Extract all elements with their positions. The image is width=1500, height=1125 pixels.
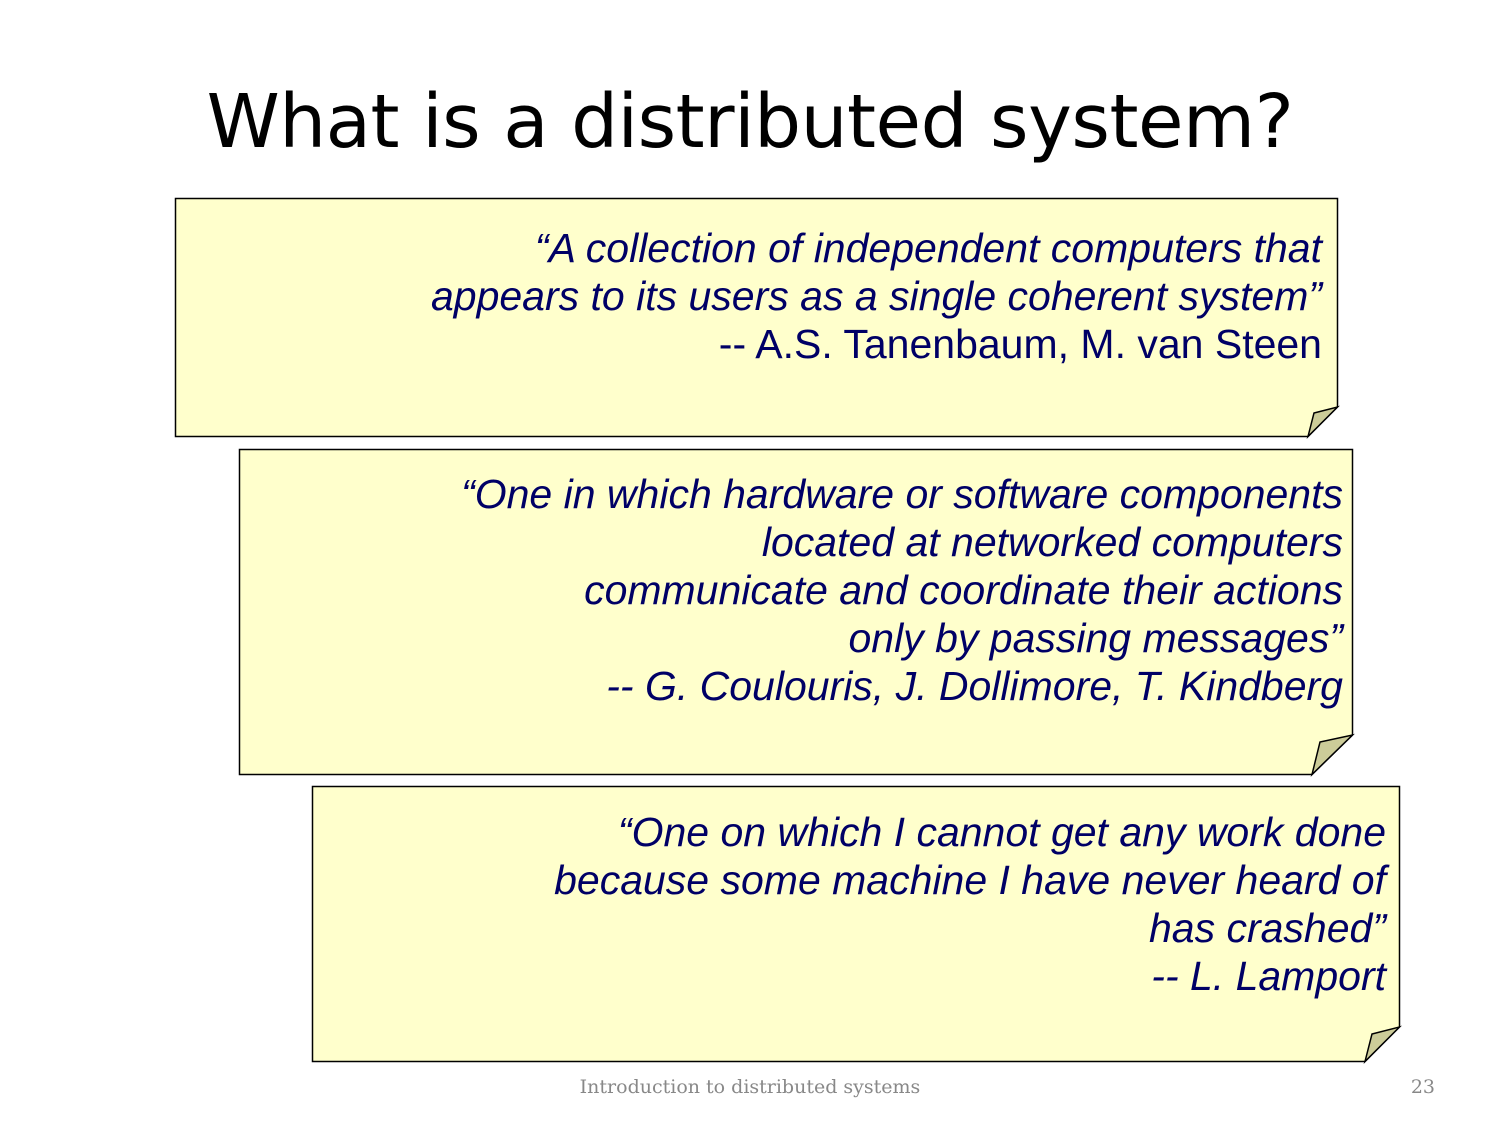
quote-note-coulouris: “One in which hardware or software compo… xyxy=(238,448,1355,777)
quote-attribution: -- G. Coulouris, J. Dollimore, T. Kindbe… xyxy=(606,663,1343,709)
quote-line: “One on which I cannot get any work done xyxy=(617,809,1386,855)
quote-text: “One on which I cannot get any work done… xyxy=(554,808,1386,1000)
quote-note-lamport: “One on which I cannot get any work done… xyxy=(311,785,1402,1064)
quote-line: because some machine I have never heard … xyxy=(554,857,1386,903)
quote-text: “A collection of independent computers t… xyxy=(431,224,1322,368)
quote-attribution: -- A.S. Tanenbaum, M. van Steen xyxy=(718,321,1322,367)
quote-attribution: -- L. Lamport xyxy=(1151,953,1386,999)
quote-text: “One in which hardware or software compo… xyxy=(461,470,1343,710)
quote-line: has crashed” xyxy=(1148,905,1386,951)
quote-line: “One in which hardware or software compo… xyxy=(461,471,1343,517)
quote-line: communicate and coordinate their actions xyxy=(584,567,1343,613)
quote-line: “A collection of independent computers t… xyxy=(534,225,1322,271)
slide-title: What is a distributed system? xyxy=(206,79,1294,165)
quote-note-tanenbaum: “A collection of independent computers t… xyxy=(174,197,1340,439)
page-number: 23 xyxy=(1410,1076,1435,1098)
quote-line: located at networked computers xyxy=(761,519,1343,565)
quote-line: appears to its users as a single coheren… xyxy=(430,273,1322,319)
slide-footer: Introduction to distributed systems xyxy=(579,1076,921,1098)
quote-line: only by passing messages” xyxy=(848,615,1343,661)
